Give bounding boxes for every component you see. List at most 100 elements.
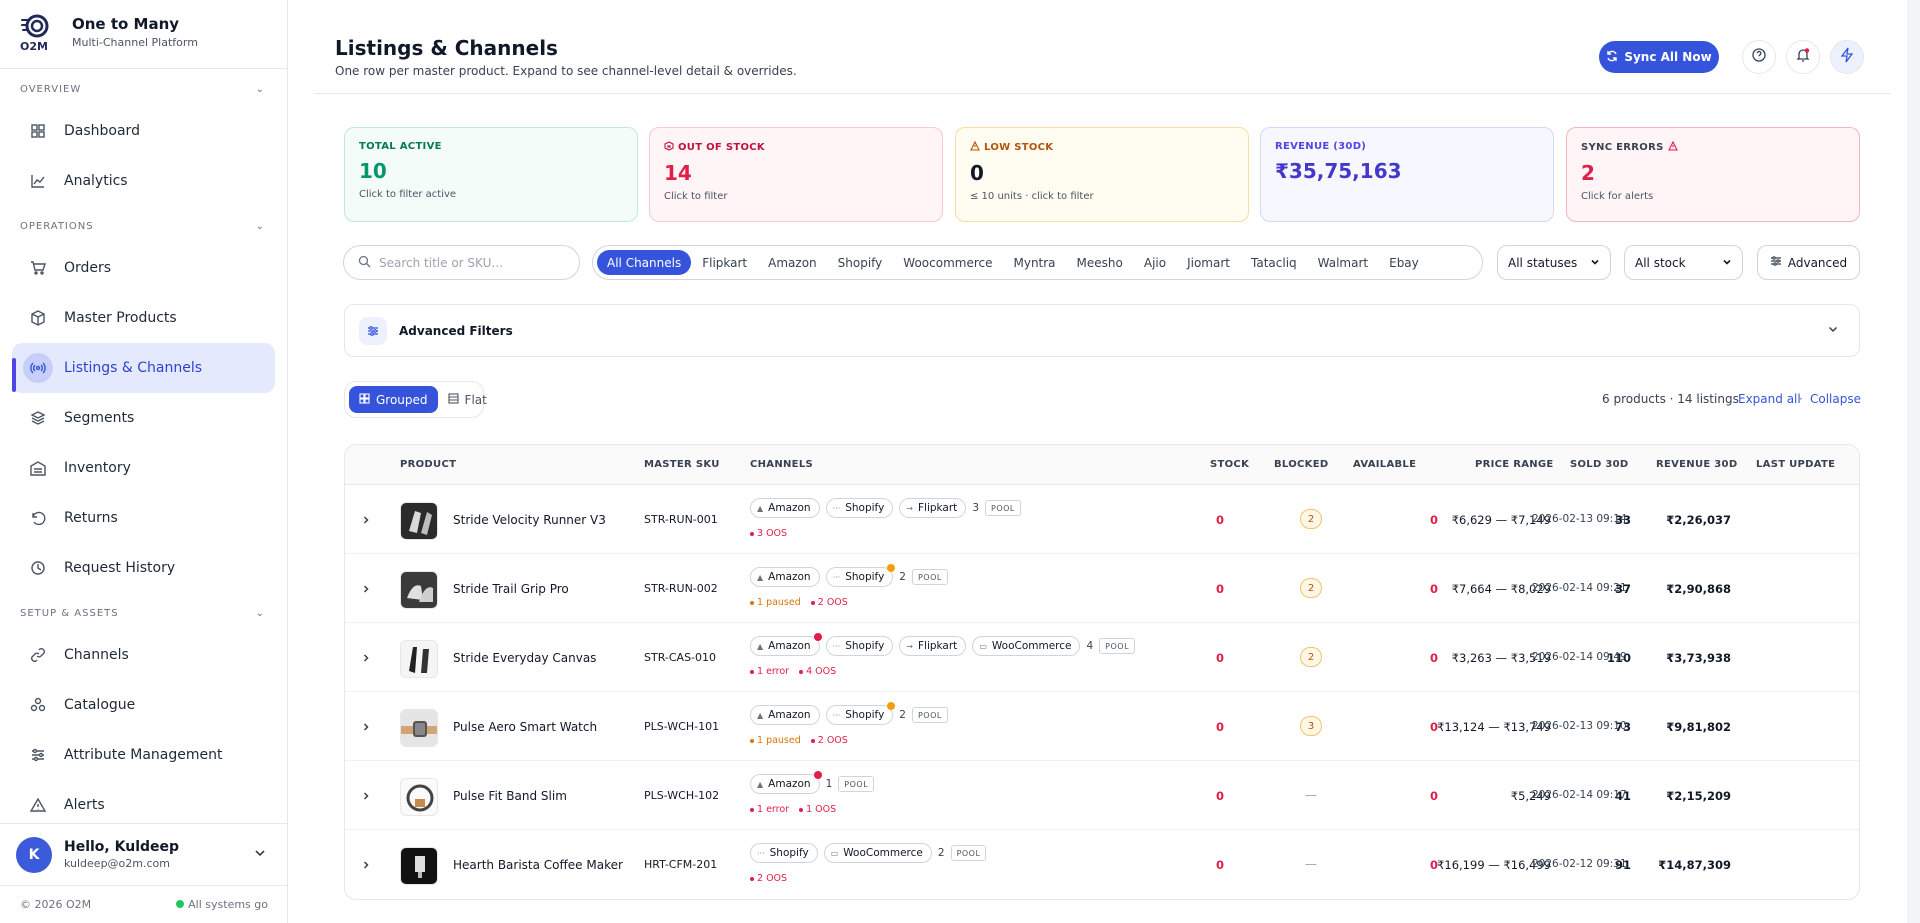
chevron-right-icon[interactable] [361, 652, 371, 667]
channel-filter-shopify[interactable]: Shopify [828, 250, 893, 275]
brand[interactable]: O2M One to Many Multi-Channel Platform [20, 12, 198, 53]
revenue-30d: ₹9,81,802 [1666, 720, 1731, 734]
status-select[interactable]: All statuses [1497, 245, 1611, 280]
sidebar-item-label: Analytics [64, 173, 128, 189]
channel-chip-shopify[interactable]: ··· Shopify [750, 843, 818, 863]
product-name[interactable]: Stride Trail Grip Pro [453, 582, 569, 596]
help-button[interactable] [1742, 40, 1776, 74]
channel-filter-amazon[interactable]: Amazon [758, 250, 827, 275]
sidebar-item-request-history[interactable]: Request History [12, 543, 275, 593]
product-name[interactable]: Hearth Barista Coffee Maker [453, 858, 623, 872]
sidebar-item-attribute-management[interactable]: Attribute Management [12, 730, 275, 780]
channel-chip-amazon[interactable]: ▲ Amazon [750, 771, 822, 794]
channel-filter-flipkart[interactable]: Flipkart [692, 250, 757, 275]
channel-chip-amazon[interactable]: ▲ Amazon [750, 567, 820, 587]
channel-chip-flipkart[interactable]: → Flipkart [899, 498, 967, 518]
card-low-stock[interactable]: LOW STOCK 0 ≤ 10 units · click to filter [955, 127, 1249, 222]
channel-filter-ebay[interactable]: Ebay [1379, 250, 1429, 275]
stock-select[interactable]: All stock [1624, 245, 1743, 280]
table-row[interactable]: Stride Everyday Canvas STR-CAS-010 ▲ Amaz… [345, 623, 1859, 692]
col-sold-30d[interactable]: SOLD 30D [1570, 459, 1628, 470]
sidebar-item-dashboard[interactable]: Dashboard [12, 106, 275, 156]
sidebar-item-analytics[interactable]: Analytics [12, 156, 275, 206]
col-master-sku[interactable]: MASTER SKU [644, 459, 720, 470]
search-input[interactable]: Search title or SKU… [343, 245, 580, 280]
col-available[interactable]: AVAILABLE [1353, 459, 1416, 470]
channel-filter-woocommerce[interactable]: Woocommerce [893, 250, 1002, 275]
grouped-view-button[interactable]: Grouped [349, 386, 438, 413]
expand-all-link[interactable]: Expand all [1738, 392, 1801, 406]
product-name[interactable]: Pulse Aero Smart Watch [453, 720, 597, 734]
channel-chip-shopify[interactable]: ··· Shopify [825, 636, 894, 656]
collapse-link[interactable]: Collapse [1810, 392, 1861, 406]
col-stock[interactable]: STOCK [1210, 459, 1249, 470]
chevron-right-icon[interactable] [361, 583, 371, 598]
channel-chip-shopify[interactable]: ··· Shopify [825, 702, 896, 725]
section-setup-assets[interactable]: SETUP & ASSETS ⌄ [20, 608, 265, 619]
channel-filter-all-channels[interactable]: All Channels [597, 250, 692, 275]
channel-filter-walmart[interactable]: Walmart [1308, 250, 1378, 275]
channel-chip-flipkart[interactable]: → Flipkart [899, 636, 967, 656]
card-out-of-stock[interactable]: OUT OF STOCK 14 Click to filter [649, 127, 943, 222]
col-channels[interactable]: CHANNELS [750, 459, 813, 470]
channel-chip-amazon[interactable]: ▲ Amazon [750, 633, 822, 656]
chevron-right-icon[interactable] [361, 514, 371, 529]
channel-chip-shopify[interactable]: ··· Shopify [825, 498, 894, 518]
chevron-down-icon: ⌄ [255, 84, 265, 95]
table-row[interactable]: Pulse Aero Smart Watch PLS-WCH-101 ▲ Amaz… [345, 692, 1859, 761]
product-name[interactable]: Pulse Fit Band Slim [453, 789, 567, 803]
channel-count: 4 [1086, 640, 1094, 652]
channel-filter-meesho[interactable]: Meesho [1067, 250, 1133, 275]
user-menu[interactable]: K Hello, Kuldeep kuldeep@o2m.com [0, 823, 288, 885]
chevron-right-icon[interactable] [361, 859, 371, 874]
sidebar-item-inventory[interactable]: Inventory [12, 443, 275, 493]
channel-chip-label: Amazon [768, 709, 811, 721]
channel-filter-myntra[interactable]: Myntra [1003, 250, 1065, 275]
col-last-update[interactable]: LAST UPDATE [1756, 459, 1835, 470]
table-row[interactable]: Hearth Barista Coffee Maker HRT-CFM-201 … [345, 830, 1859, 899]
table-row[interactable]: Pulse Fit Band Slim PLS-WCH-102 ▲ Amazon … [345, 761, 1859, 830]
sidebar-item-master-products[interactable]: Master Products [12, 293, 275, 343]
sync-all-button[interactable]: Sync All Now [1599, 41, 1719, 73]
col-product[interactable]: PRODUCT [400, 459, 456, 470]
col-price-range[interactable]: PRICE RANGE [1475, 459, 1554, 470]
product-name[interactable]: Stride Everyday Canvas [453, 651, 596, 665]
sidebar-item-channels[interactable]: Channels [12, 630, 275, 680]
chevron-down-icon: ⌄ [255, 608, 265, 619]
sidebar-item-listings-channels[interactable]: Listings & Channels [12, 343, 275, 393]
table-row[interactable]: Stride Trail Grip Pro STR-RUN-002 ▲ Amazo… [345, 554, 1859, 623]
chevron-down-icon[interactable] [1827, 323, 1839, 339]
card-total-active[interactable]: TOTAL ACTIVE 10 Click to filter active [344, 127, 638, 222]
channel-chip-amazon[interactable]: ▲ Amazon [750, 705, 820, 725]
sidebar-item-segments[interactable]: Segments [12, 393, 275, 443]
card-sync-errors[interactable]: SYNC ERRORS 2 Click for alerts [1566, 127, 1860, 222]
channel-chip-woocommerce[interactable]: ▭ WooCommerce [823, 843, 932, 863]
card-revenue[interactable]: REVENUE (30D) ₹35,75,163 [1260, 127, 1554, 222]
channel-filter-tatacliq[interactable]: Tatacliq [1241, 250, 1307, 275]
advanced-filters-panel[interactable]: Advanced Filters [344, 304, 1860, 357]
channel-chips: ▲ Amazon ··· Shopify 2 POOL [750, 702, 948, 725]
col-blocked[interactable]: BLOCKED [1274, 459, 1328, 470]
sidebar-item-catalogue[interactable]: Catalogue [12, 680, 275, 730]
section-operations[interactable]: OPERATIONS ⌄ [20, 221, 265, 232]
sidebar-item-returns[interactable]: Returns [12, 493, 275, 543]
advanced-button[interactable]: Advanced [1757, 245, 1860, 280]
channel-filter-jiomart[interactable]: Jiomart [1177, 250, 1240, 275]
section-overview[interactable]: OVERVIEW ⌄ [20, 84, 265, 95]
channel-filter-ajio[interactable]: Ajio [1134, 250, 1176, 275]
chevron-right-icon[interactable] [361, 721, 371, 736]
chevron-right-icon[interactable] [361, 790, 371, 805]
master-sku: STR-RUN-002 [644, 582, 718, 595]
channel-chip-shopify[interactable]: ··· Shopify [825, 564, 896, 587]
table-row[interactable]: Stride Velocity Runner V3 STR-RUN-001 ▲ A… [345, 485, 1859, 554]
quick-actions-button[interactable] [1830, 40, 1864, 74]
channel-chip-woocommerce[interactable]: ▭ WooCommerce [972, 636, 1081, 656]
notifications-button[interactable] [1786, 40, 1820, 74]
flat-view-button[interactable]: Flat [438, 386, 497, 413]
product-name[interactable]: Stride Velocity Runner V3 [453, 513, 606, 527]
channel-chip-amazon[interactable]: ▲ Amazon [750, 498, 820, 518]
status-paused: 1 paused [750, 597, 801, 608]
page-scrollbar[interactable] [1907, 0, 1920, 923]
col-revenue-30d[interactable]: REVENUE 30D [1656, 459, 1737, 470]
sidebar-item-orders[interactable]: Orders [12, 243, 275, 293]
